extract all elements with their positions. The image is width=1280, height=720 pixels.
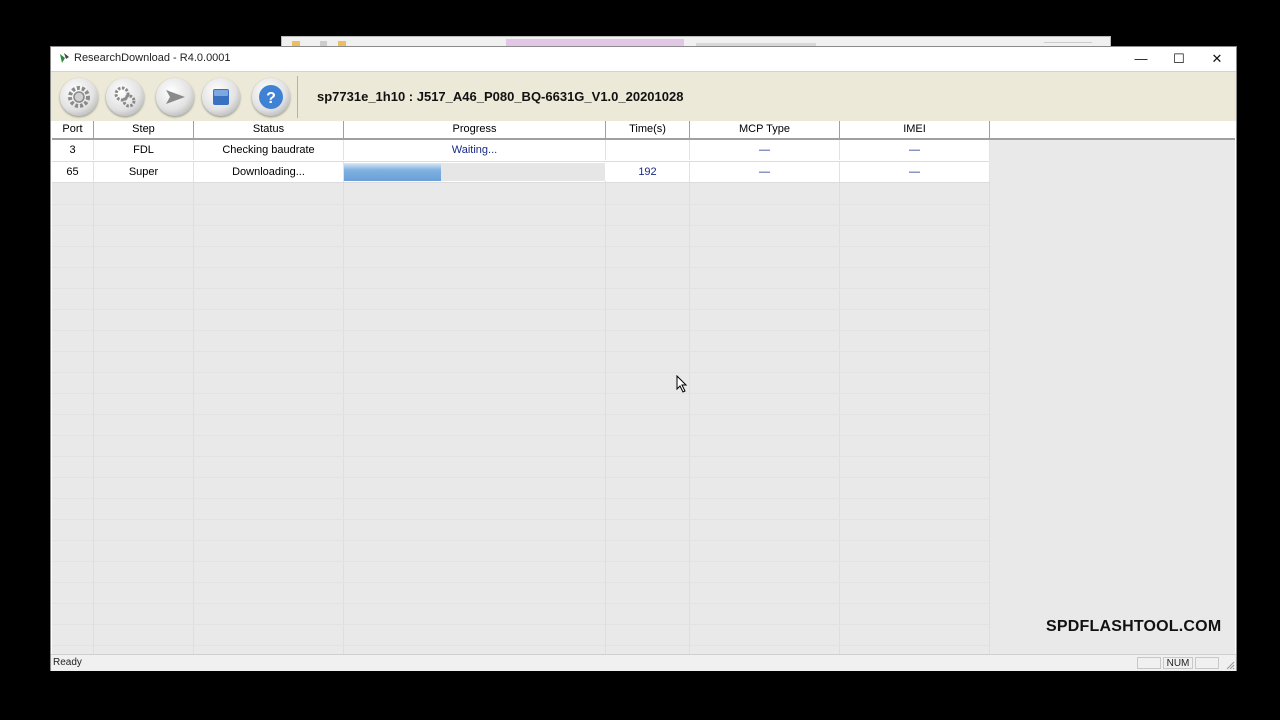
- grid-row-line: [52, 267, 989, 268]
- column-header-port[interactable]: Port: [52, 121, 94, 138]
- minimize-button[interactable]: —: [1122, 47, 1160, 71]
- grid-row-line: [52, 246, 989, 247]
- grid-row-line: [52, 498, 989, 499]
- settings-button[interactable]: [106, 78, 144, 116]
- column-header-imei[interactable]: IMEI: [840, 121, 990, 138]
- status-cell: Downloading...: [194, 162, 344, 182]
- packet-name: sp7731e_1h10 : J517_A46_P080_BQ-6631G_V1…: [317, 89, 684, 104]
- port-cell: 3: [52, 140, 94, 160]
- status-bar: Ready NUM: [51, 654, 1236, 671]
- port-cell: 65: [52, 162, 94, 182]
- status-text: Ready: [53, 657, 82, 668]
- table-row[interactable]: 3 FDL Checking baudrate Waiting... — —: [52, 140, 990, 162]
- step-cell: Super: [94, 162, 194, 182]
- progress-text: Waiting...: [344, 140, 606, 160]
- grid-row-line: [52, 288, 989, 289]
- maximize-button[interactable]: ☐: [1160, 47, 1198, 71]
- grid-row-line: [52, 582, 989, 583]
- grid-row-line: [52, 624, 989, 625]
- step-cell: FDL: [94, 140, 194, 160]
- stop-icon: [213, 89, 229, 105]
- toolbar: ? sp7731e_1h10 : J517_A46_P080_BQ-6631G_…: [51, 71, 1236, 121]
- column-header-step[interactable]: Step: [94, 121, 194, 138]
- mouse-cursor-icon: [676, 375, 688, 393]
- grid-row-line: [52, 351, 989, 352]
- grid-row-line: [52, 477, 989, 478]
- grid-column-line: [989, 181, 990, 654]
- status-pane-scroll: [1195, 657, 1219, 669]
- start-download-button[interactable]: [156, 78, 194, 116]
- time-cell: 192: [606, 162, 690, 182]
- grid-header: Port Step Status Progress Time(s) MCP Ty…: [52, 121, 1235, 140]
- title-bar[interactable]: ResearchDownload - R4.0.0001 — ☐ ✕: [51, 47, 1236, 71]
- help-button[interactable]: ?: [252, 78, 290, 116]
- watermark: SPDFLASHTOOL.COM: [1046, 618, 1222, 635]
- column-header-status[interactable]: Status: [194, 121, 344, 138]
- grid-column-line: [343, 181, 344, 654]
- grid-column-line: [689, 181, 690, 654]
- grid-row-line: [52, 435, 989, 436]
- mcp-type-cell: —: [690, 140, 840, 160]
- grid-row-line: [52, 414, 989, 415]
- app-icon: [60, 53, 69, 63]
- progress-bar-fill: [344, 163, 441, 181]
- settings-gears-icon: [114, 86, 136, 108]
- help-icon: ?: [259, 85, 283, 109]
- toolbar-separator: [297, 76, 298, 118]
- grid-column-line: [605, 181, 606, 654]
- grid-row-line: [52, 561, 989, 562]
- time-cell: [606, 140, 690, 160]
- column-header-progress[interactable]: Progress: [344, 121, 606, 138]
- grid-column-line: [93, 181, 94, 654]
- resize-grip-icon[interactable]: [1225, 660, 1235, 670]
- app-window: ResearchDownload - R4.0.0001 — ☐ ✕ ? sp7…: [50, 46, 1237, 671]
- status-pane-caps: [1137, 657, 1161, 669]
- download-grid: Port Step Status Progress Time(s) MCP Ty…: [52, 121, 1235, 654]
- grid-row-line: [52, 372, 989, 373]
- close-button[interactable]: ✕: [1198, 47, 1236, 71]
- mcp-type-cell: —: [690, 162, 840, 182]
- imei-cell: —: [840, 162, 990, 182]
- window-title: ResearchDownload - R4.0.0001: [74, 52, 231, 64]
- grid-row-line: [52, 309, 989, 310]
- progress-bar: [344, 163, 605, 181]
- stop-download-button[interactable]: [202, 78, 240, 116]
- table-row[interactable]: 65 Super Downloading... 192 — —: [52, 162, 990, 183]
- grid-column-line: [839, 181, 840, 654]
- grid-row-line: [52, 330, 989, 331]
- status-cell: Checking baudrate: [194, 140, 344, 160]
- grid-row-line: [52, 204, 989, 205]
- load-packet-button[interactable]: [60, 78, 98, 116]
- svg-text:?: ?: [266, 90, 276, 107]
- start-download-icon: [166, 90, 185, 104]
- grid-row-line: [52, 540, 989, 541]
- settings-gear-icon: [68, 86, 90, 108]
- grid-row-line: [52, 456, 989, 457]
- imei-cell: —: [840, 140, 990, 160]
- status-pane-num: NUM: [1163, 657, 1193, 669]
- column-header-mcp-type[interactable]: MCP Type: [690, 121, 840, 138]
- grid-row-line: [52, 645, 989, 646]
- grid-column-line: [193, 181, 194, 654]
- grid-row-line: [52, 225, 989, 226]
- grid-row-line: [52, 393, 989, 394]
- grid-row-line: [52, 519, 989, 520]
- column-header-time[interactable]: Time(s): [606, 121, 690, 138]
- grid-row-line: [52, 603, 989, 604]
